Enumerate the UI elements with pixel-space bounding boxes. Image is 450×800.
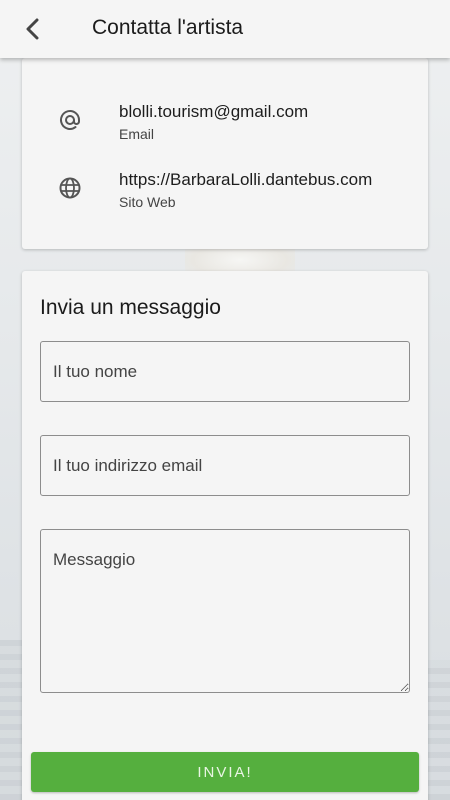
contact-website-label: Sito Web bbox=[119, 194, 176, 210]
chevron-left-icon bbox=[26, 18, 39, 40]
name-input[interactable] bbox=[40, 341, 410, 402]
globe-icon bbox=[56, 174, 84, 202]
contact-email-value[interactable]: blolli.tourism@gmail.com bbox=[119, 102, 308, 122]
contact-website-value[interactable]: https://BarbaraLolli.dantebus.com bbox=[119, 170, 372, 190]
back-button[interactable] bbox=[18, 12, 48, 46]
form-title: Invia un messaggio bbox=[40, 296, 221, 319]
contact-email-label: Email bbox=[119, 126, 155, 142]
contact-email-row[interactable]: blolli.tourism@gmail.com Email bbox=[22, 102, 428, 152]
message-textarea[interactable] bbox=[40, 529, 410, 693]
contact-website-row[interactable]: https://BarbaraLolli.dantebus.com Sito W… bbox=[22, 170, 428, 220]
page-title: Contatta l'artista bbox=[92, 16, 244, 39]
email-input[interactable] bbox=[40, 435, 410, 496]
at-icon bbox=[56, 106, 84, 134]
send-button[interactable]: INVIA! bbox=[31, 752, 419, 792]
message-form-card: Invia un messaggio bbox=[22, 271, 428, 800]
contact-info-card: blolli.tourism@gmail.com Email https://B… bbox=[22, 58, 428, 249]
app-bar: Contatta l'artista bbox=[0, 0, 450, 58]
